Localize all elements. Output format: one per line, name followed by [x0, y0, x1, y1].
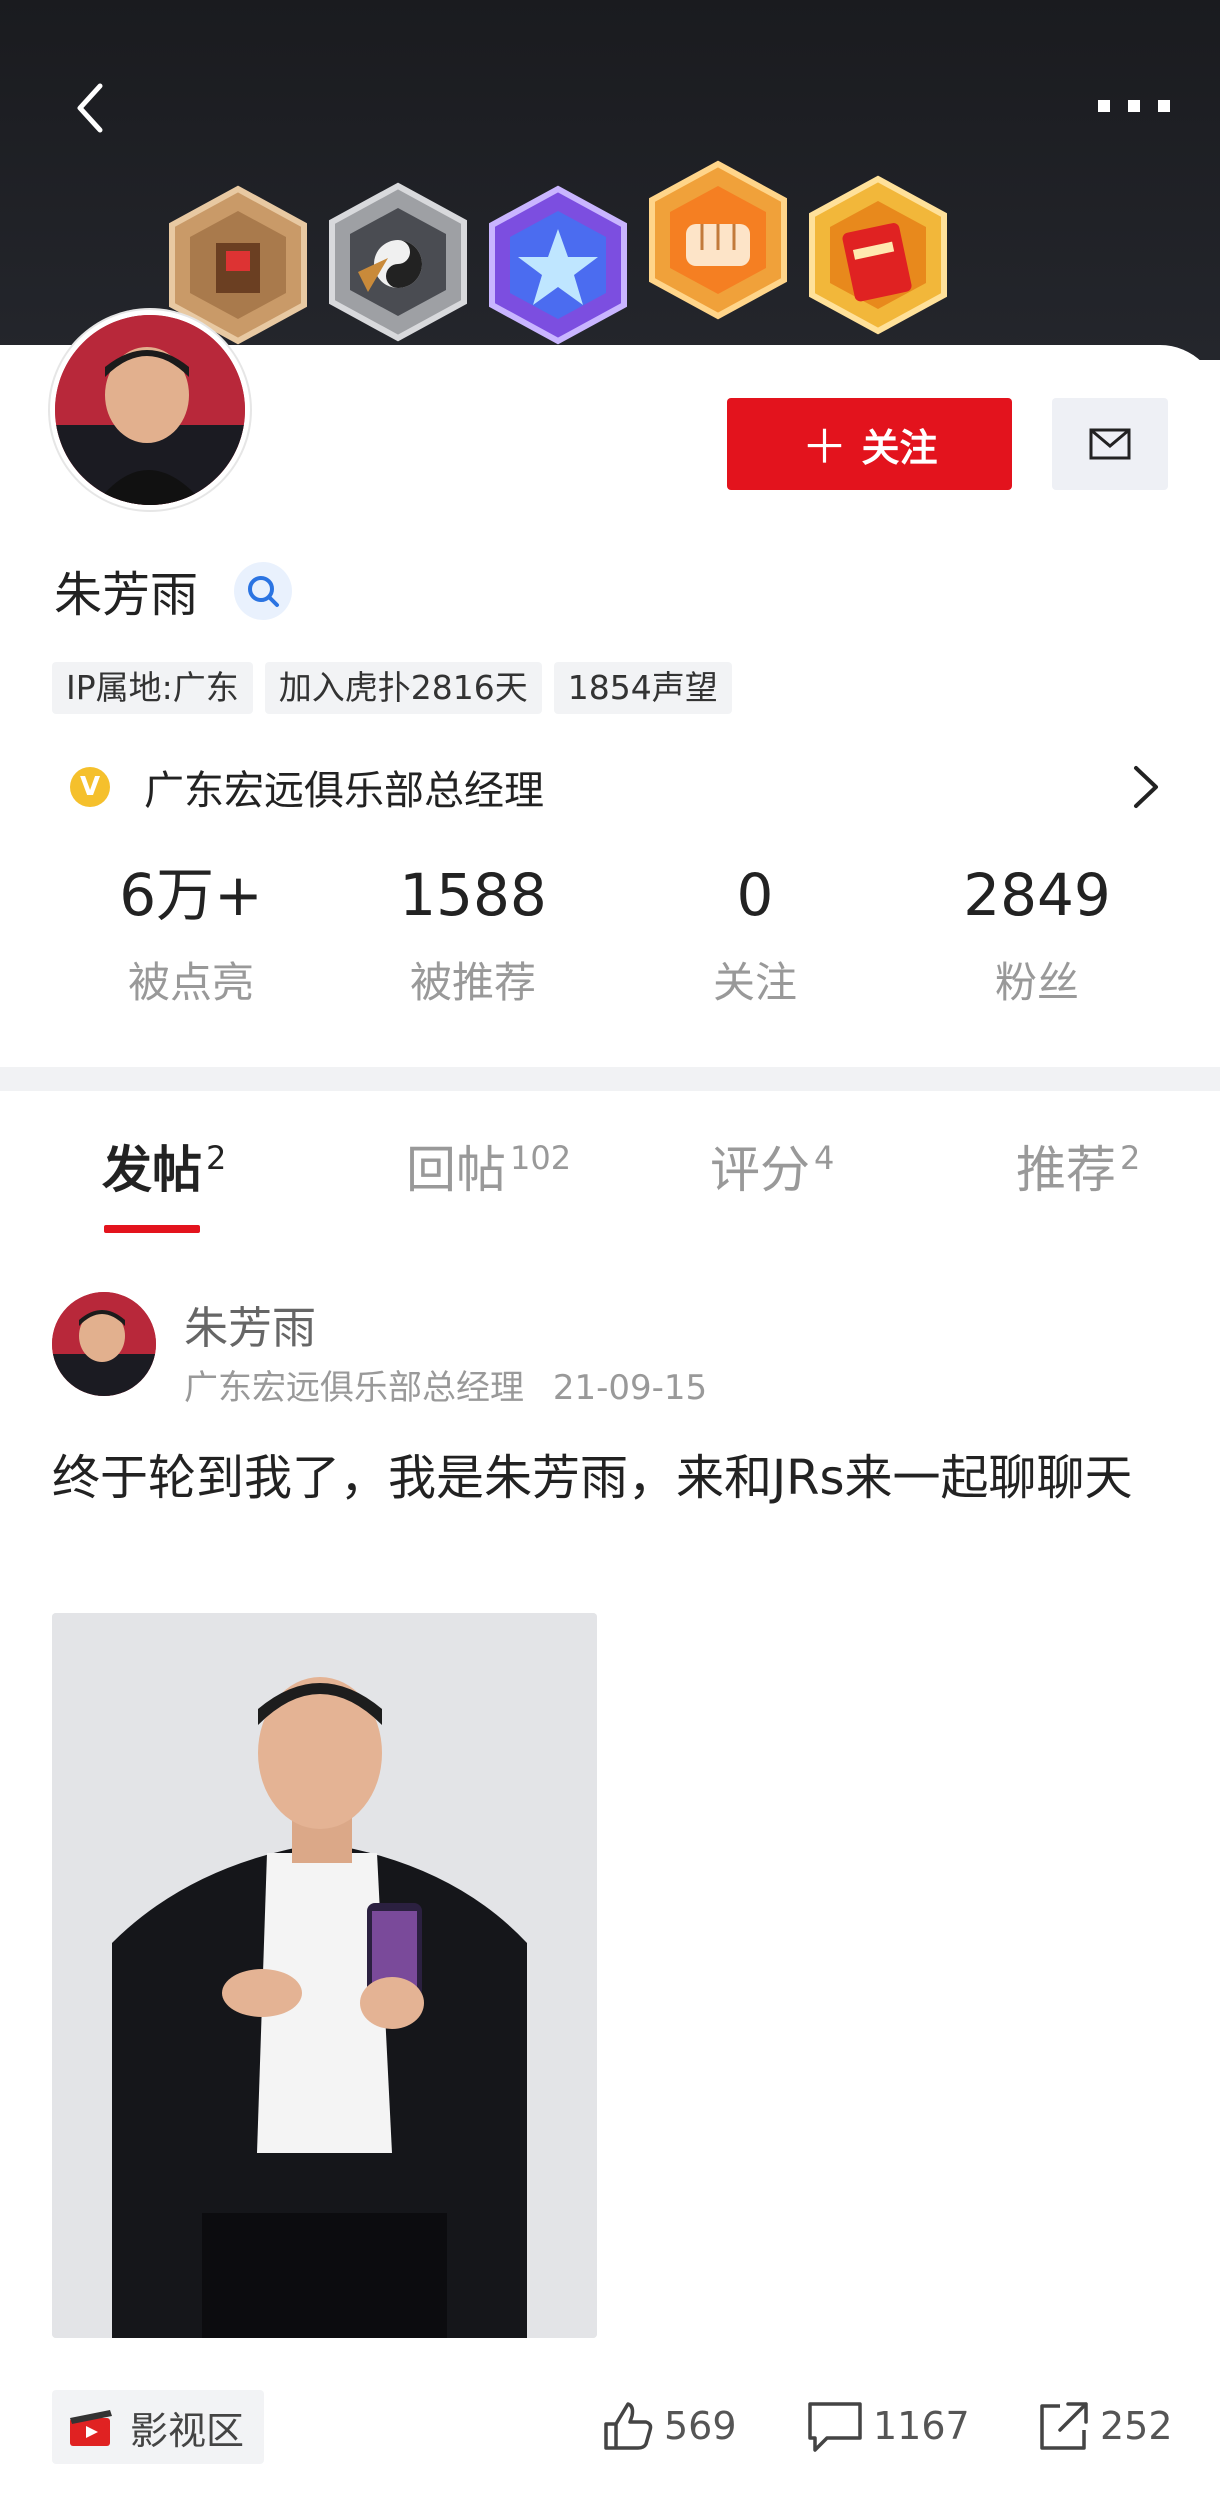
post-author-name[interactable]: 朱芳雨	[184, 1292, 316, 1356]
tab-label: 推荐	[1016, 1141, 1116, 1199]
content-tabs: 发帖 2 回帖 102 评分 4 推荐 2	[0, 1130, 1220, 1240]
section-divider	[0, 1067, 1220, 1091]
active-tab-indicator	[104, 1225, 200, 1233]
badge-icon[interactable]	[318, 182, 478, 342]
stat-label: 被推荐	[409, 958, 536, 1007]
stat-value: 1588	[399, 861, 547, 929]
comment-icon	[808, 2402, 862, 2452]
tab-count: 102	[510, 1139, 572, 1178]
comment-count: 1167	[873, 2404, 970, 2448]
category-tag[interactable]: 影视区	[52, 2390, 265, 2464]
tab-count: 2	[206, 1139, 227, 1178]
certification-text: 广东宏远俱乐部总经理	[144, 768, 544, 814]
reputation-tag[interactable]: 1854声望	[553, 662, 732, 714]
stat-following[interactable]: 0 关注	[614, 855, 896, 1010]
tab-recommend[interactable]: 推荐 2	[1016, 1130, 1140, 1202]
mail-icon	[1089, 428, 1131, 460]
badge-icon[interactable]	[638, 160, 798, 320]
tab-label: 发帖	[102, 1141, 202, 1199]
category-label: 影视区	[130, 2408, 245, 2453]
tab-posts[interactable]: 发帖 2	[102, 1130, 226, 1202]
stats-row: 6万+ 被点亮 1588 被推荐 0 关注 2849 粉丝	[50, 855, 1178, 1010]
post-photo[interactable]	[52, 1613, 597, 2338]
stat-label: 粉丝	[994, 958, 1079, 1007]
tab-label: 评分	[710, 1141, 810, 1199]
comment-button[interactable]: 1167	[805, 2398, 970, 2454]
stat-value: 2849	[963, 861, 1111, 929]
chevron-right-icon	[1134, 766, 1158, 808]
profile-header	[0, 0, 1220, 360]
share-button[interactable]: 252	[1036, 2398, 1173, 2454]
tab-count: 4	[814, 1139, 835, 1178]
person-avatar-icon	[52, 1292, 156, 1396]
avatar[interactable]	[50, 310, 250, 510]
like-count: 569	[664, 2404, 737, 2448]
message-button[interactable]	[1052, 398, 1168, 490]
thumbs-up-icon	[604, 2402, 653, 2450]
verified-search-icon[interactable]	[234, 562, 292, 620]
ip-location-tag: IP属地:广东	[52, 662, 253, 714]
stat-label: 被点亮	[127, 958, 254, 1007]
post-date: 21-09-15	[552, 1368, 708, 1408]
profile-name: 朱芳雨	[54, 567, 199, 623]
post-actions: 影视区 569 1167 252	[0, 2390, 1220, 2470]
join-days-tag: 加入虎扑2816天	[264, 662, 542, 714]
badge-row	[150, 160, 980, 350]
more-dots-icon	[1098, 100, 1170, 112]
certification-row[interactable]: V 广东宏远俱乐部总经理	[70, 752, 1170, 822]
plus-icon: ＋	[801, 420, 848, 474]
film-icon	[70, 2410, 112, 2446]
tab-count: 2	[1120, 1139, 1141, 1178]
share-count: 252	[1100, 2404, 1173, 2448]
tab-replies[interactable]: 回帖 102	[406, 1130, 571, 1202]
badge-icon[interactable]	[478, 185, 638, 345]
stat-fans[interactable]: 2849 粉丝	[896, 855, 1178, 1010]
profile-tags: IP属地:广东 加入虎扑2816天 1854声望	[52, 662, 732, 714]
back-button[interactable]	[62, 78, 122, 138]
share-icon	[1040, 2402, 1088, 2450]
stat-value: 0	[736, 861, 774, 929]
stat-value: 6万+	[119, 861, 263, 929]
tab-label: 回帖	[406, 1141, 506, 1199]
verified-v-icon: V	[70, 767, 110, 807]
like-button[interactable]: 569	[600, 2398, 737, 2454]
verify-glyph-icon	[248, 576, 279, 607]
stat-lit[interactable]: 6万+ 被点亮	[50, 855, 332, 1010]
post-author-avatar[interactable]	[52, 1292, 156, 1396]
person-photo-icon	[52, 1613, 597, 2338]
person-avatar-icon	[55, 315, 245, 505]
chevron-left-icon	[77, 83, 103, 133]
stat-recommended[interactable]: 1588 被推荐	[332, 855, 614, 1010]
follow-button[interactable]: ＋ 关注	[727, 398, 1012, 490]
follow-label: 关注	[861, 425, 938, 470]
post-author-title: 广东宏远俱乐部总经理	[184, 1368, 524, 1408]
tab-ratings[interactable]: 评分 4	[710, 1130, 834, 1202]
post-title[interactable]: 终于轮到我了，我是朱芳雨，来和JRs来一起聊聊天	[52, 1440, 1172, 1516]
badge-icon[interactable]	[798, 175, 958, 335]
stat-label: 关注	[712, 958, 797, 1007]
more-button[interactable]	[1094, 92, 1174, 122]
post-meta: 广东宏远俱乐部总经理 21-09-15	[184, 1360, 707, 1409]
